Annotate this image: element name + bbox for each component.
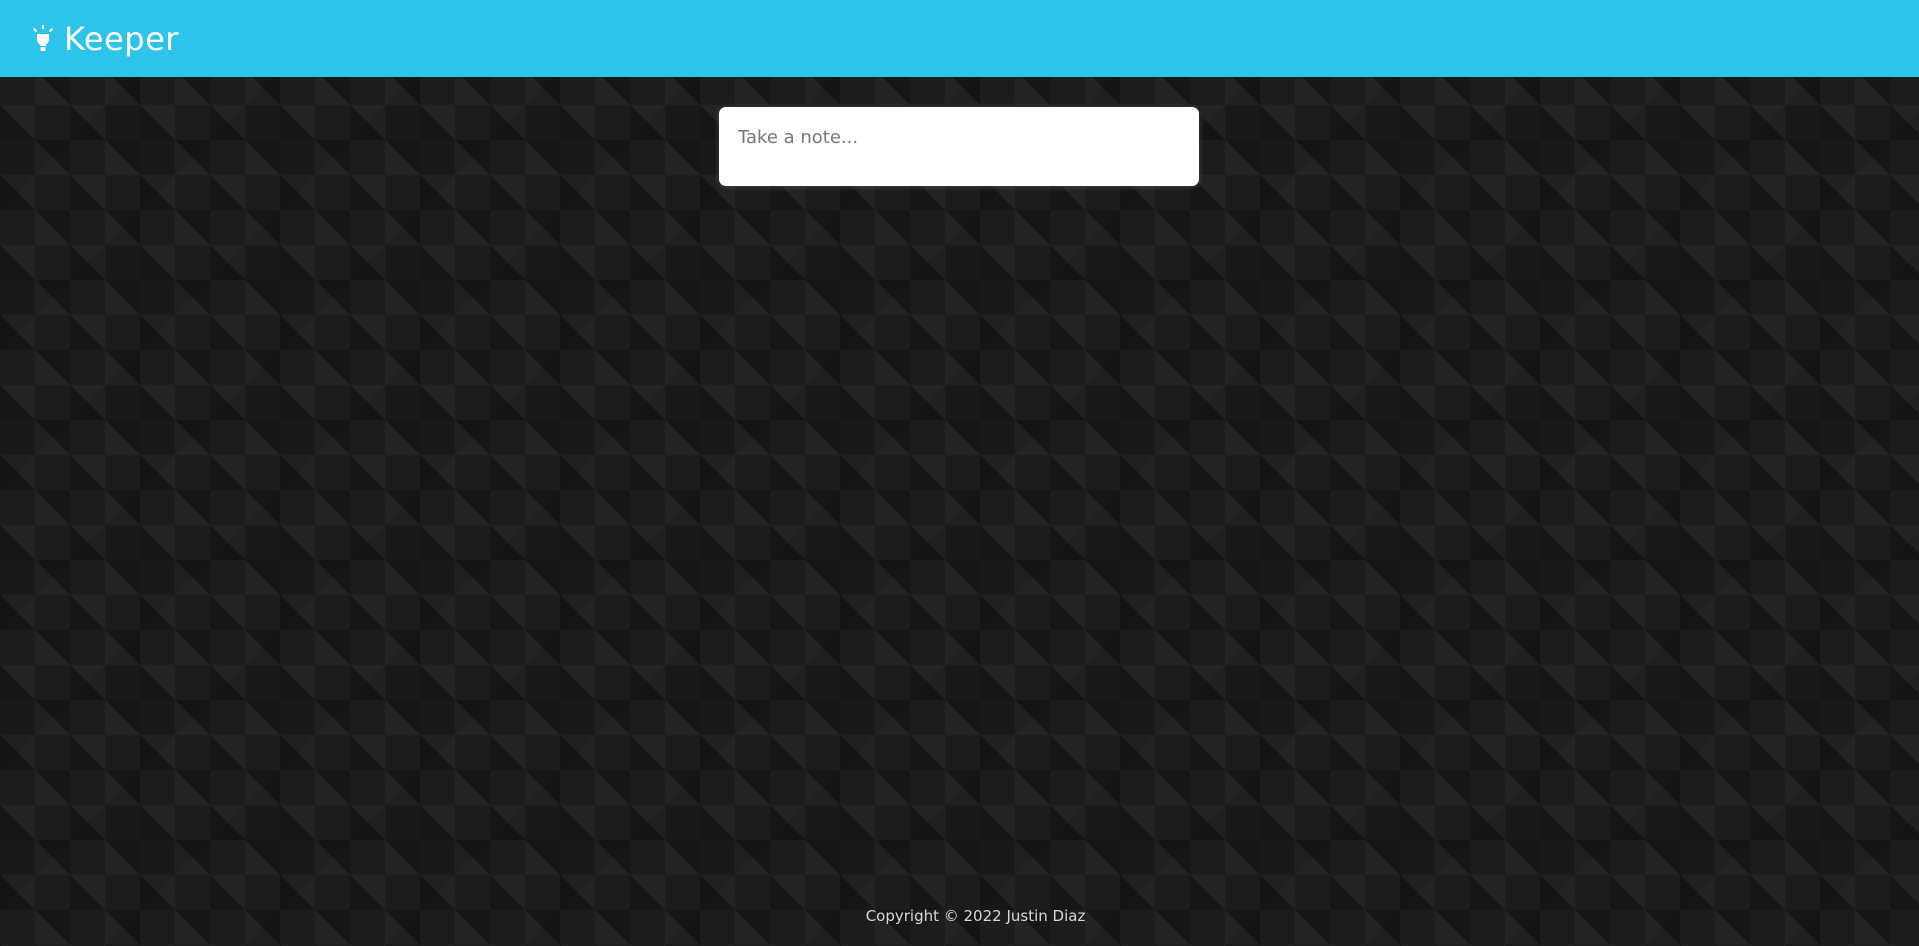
page-footer: Copyright © 2022 Justin Diaz: [0, 907, 1919, 925]
lightbulb-icon: [32, 24, 54, 53]
app-title: Keeper: [64, 19, 179, 58]
create-note-form: [719, 107, 1199, 186]
app-header: Keeper: [0, 0, 1919, 77]
copyright-text: Copyright © 2022 Justin Diaz: [865, 907, 1086, 925]
note-content-input[interactable]: [738, 127, 1180, 148]
